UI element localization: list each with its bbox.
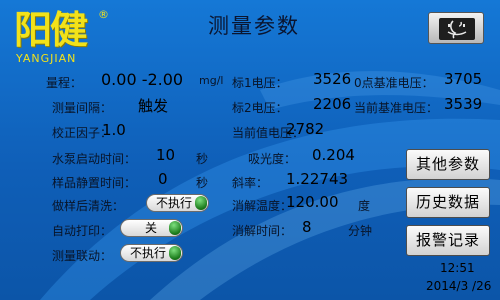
clean-label: 做样后清洗： [52, 199, 125, 213]
pump-time-value[interactable]: 10 [156, 146, 175, 164]
settle-time-label: 样品静置时间： [52, 176, 137, 190]
other-params-button[interactable]: 其他参数 [406, 149, 490, 180]
interval-value[interactable]: 触发 [138, 95, 168, 116]
clock-date: 2014/3 /26 [426, 279, 492, 293]
mac-finder-icon [439, 18, 475, 40]
current-ref-voltage-label: 当前基准电压： [354, 101, 439, 115]
print-toggle-text: 关 [145, 221, 158, 235]
current-ref-voltage-value: 3539 [444, 95, 483, 113]
digest-temp-unit: 度 [358, 199, 371, 213]
std2-voltage-label: 标2电压： [232, 101, 288, 115]
slope-value: 1.22743 [286, 170, 349, 188]
interval-label: 测量间隔： [52, 101, 113, 115]
digest-temp-value[interactable]: 120.00 [286, 193, 339, 211]
digest-temp-label: 消解温度： [232, 199, 293, 213]
toggle-knob-icon [195, 196, 207, 210]
settle-time-unit: 秒 [196, 176, 209, 190]
pump-time-unit: 秒 [196, 152, 209, 166]
zero-ref-voltage-value: 3705 [444, 70, 483, 88]
link-toggle-text: 不执行 [130, 246, 167, 260]
clean-toggle[interactable]: 不执行 [146, 194, 209, 212]
alarm-records-button[interactable]: 报警记录 [406, 225, 490, 256]
logo-chinese: 阳健 [14, 7, 88, 52]
print-label: 自动打印： [52, 224, 113, 238]
current-voltage-value: 2782 [286, 120, 325, 138]
link-label: 测量联动： [52, 249, 113, 263]
std1-voltage-label: 标1电压： [232, 76, 288, 90]
pump-time-label: 水泵启动时间： [52, 152, 137, 166]
slope-label: 斜率： [232, 176, 269, 190]
digest-time-value[interactable]: 8 [302, 218, 312, 236]
toggle-knob-icon [169, 221, 181, 235]
factor-value[interactable]: 1.0 [102, 121, 126, 139]
range-value[interactable]: 0.00 -2.00 [101, 70, 183, 89]
history-data-button[interactable]: 历史数据 [406, 187, 490, 218]
settle-time-value[interactable]: 0 [158, 170, 168, 188]
logo-english: YANGJIAN [16, 52, 77, 65]
logo-registered: ® [98, 8, 109, 21]
print-toggle[interactable]: 关 [120, 219, 183, 237]
digest-time-unit: 分钟 [348, 224, 373, 238]
range-unit: mg/l [199, 74, 224, 87]
link-toggle[interactable]: 不执行 [120, 244, 183, 262]
absorbance-value: 0.204 [312, 146, 355, 164]
range-label: 量程： [46, 76, 83, 90]
absorbance-label: 吸光度： [248, 152, 297, 166]
std2-voltage-value: 2206 [313, 95, 352, 113]
digest-time-label: 消解时间： [232, 224, 293, 238]
clean-toggle-text: 不执行 [156, 196, 193, 210]
page-title: 测量参数 [208, 14, 300, 38]
zero-ref-voltage-label: 0点基准电压： [354, 76, 434, 90]
std1-voltage-value: 3526 [313, 70, 352, 88]
brand-logo: 阳健 ® YANGJIAN [14, 7, 109, 66]
clock-time: 12:51 [440, 261, 475, 275]
toggle-knob-icon [169, 246, 181, 260]
home-button[interactable] [428, 12, 484, 44]
